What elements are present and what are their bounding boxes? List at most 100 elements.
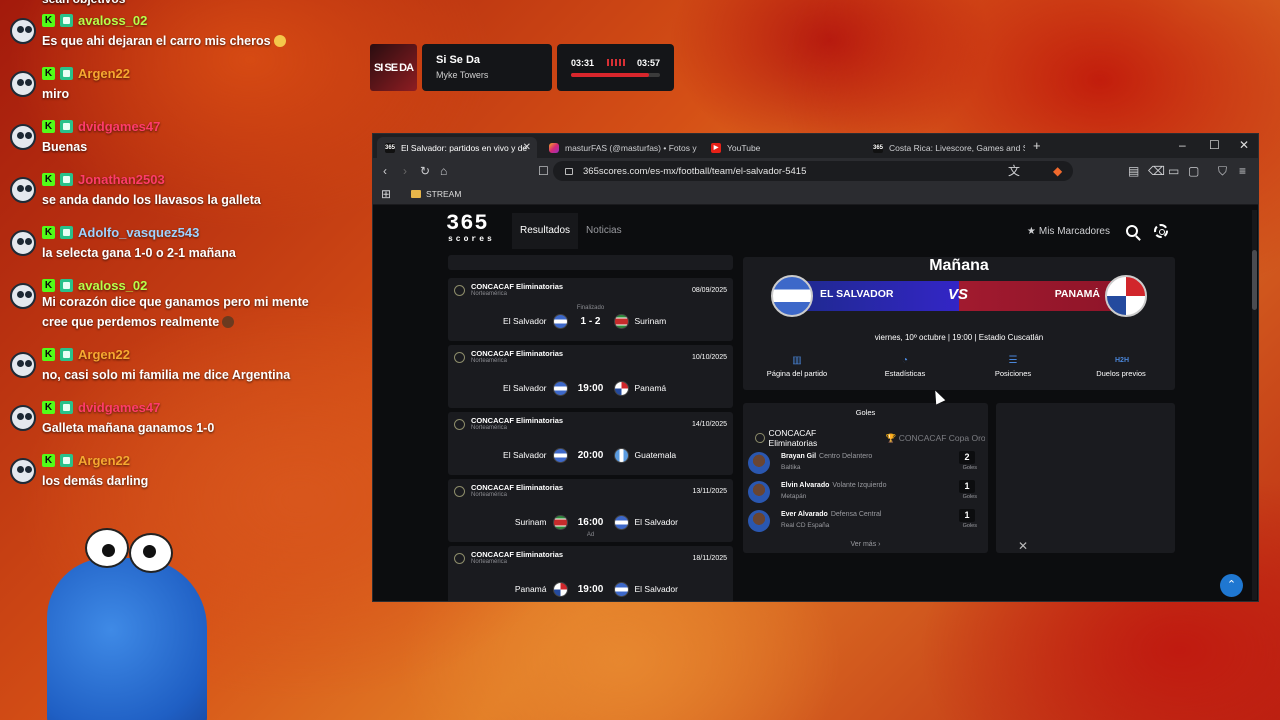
chat-username[interactable]: Argen22 bbox=[78, 66, 130, 81]
chat-username[interactable]: Argen22 bbox=[78, 453, 130, 468]
match-score: 1 - 2 bbox=[580, 315, 601, 327]
folder-icon bbox=[411, 190, 421, 198]
minimize-icon[interactable]: – bbox=[1179, 138, 1186, 152]
elapsed-time: 03:31 bbox=[571, 58, 595, 68]
chat-username[interactable]: dvidgames47 bbox=[78, 400, 160, 415]
stats-link[interactable]: ◔ Estadísticas bbox=[851, 355, 959, 378]
goal-count: 2 bbox=[959, 451, 975, 464]
extensions-icon[interactable]: ▢ bbox=[1188, 164, 1199, 178]
goal-count: 1 bbox=[959, 480, 975, 493]
chat-message: Kdvidgames47 Galleta mañana ganamos 1-0 bbox=[8, 397, 368, 442]
nav-tab-noticias[interactable]: Noticias bbox=[578, 213, 630, 249]
player-club: Metapán bbox=[781, 493, 807, 500]
tab-el-salvador[interactable]: 365 El Salvador: partidos en vivo y de ✕ bbox=[377, 137, 537, 158]
tab-copa-oro[interactable]: 🏆 CONCACAF Copa Oro › bbox=[886, 433, 985, 444]
close-ad-icon[interactable]: ✕ bbox=[1018, 539, 1028, 553]
page-scrollbar[interactable] bbox=[1252, 210, 1257, 600]
h2h-icon: H2H bbox=[1115, 357, 1130, 364]
match-date: 10/10/2025 bbox=[691, 354, 727, 361]
match-card[interactable]: CONCACAF Eliminatorias Norteamérica 08/09/… bbox=[448, 278, 733, 341]
see-more-link[interactable]: Ver más › bbox=[743, 541, 988, 548]
scorer-row[interactable]: Elvin Alvarado Volante Izquierdo Metapán 1 G… bbox=[748, 480, 981, 506]
forward-icon[interactable]: › bbox=[403, 164, 407, 178]
cookie-monster-body bbox=[47, 558, 207, 720]
settings-icon[interactable] bbox=[1154, 224, 1168, 238]
subscriber-badge-icon bbox=[60, 278, 73, 292]
match-date: 18/11/2025 bbox=[692, 555, 727, 562]
competition-icon bbox=[454, 486, 465, 497]
scorer-row[interactable]: Ever Alvarado Defensa Central Real CD Espa… bbox=[748, 509, 981, 535]
home-icon[interactable]: ⌂ bbox=[440, 164, 447, 178]
chat-text: miro bbox=[42, 87, 70, 101]
bookmark-folder-stream[interactable]: STREAM bbox=[411, 189, 461, 199]
chat-username[interactable]: avaloss_02 bbox=[78, 13, 147, 28]
away-team-name: PANAMÁ bbox=[1054, 288, 1100, 300]
my-scores-link[interactable]: ★ Mis Marcadores bbox=[1027, 226, 1110, 237]
h2h-link[interactable]: H2H Duelos previos bbox=[1067, 355, 1175, 378]
next-match-card[interactable]: Mañana EL SALVADOR VS PANAMÁ viernes, 10… bbox=[743, 257, 1175, 390]
away-team: Surinam bbox=[634, 316, 667, 326]
kick-badge-icon: K bbox=[42, 225, 55, 239]
chat-username[interactable]: Jonathan2503 bbox=[78, 172, 165, 187]
cookie-monster-avatar bbox=[45, 528, 215, 720]
competition-icon bbox=[454, 419, 465, 430]
tab-youtube[interactable]: ▶ YouTube bbox=[703, 137, 853, 158]
365scores-logo[interactable]: 365 scores bbox=[446, 213, 512, 249]
cast-icon[interactable]: ▭ bbox=[1168, 164, 1179, 178]
search-icon[interactable] bbox=[1126, 225, 1138, 237]
scrollbar-thumb[interactable] bbox=[1252, 250, 1257, 310]
away-flag-icon bbox=[613, 380, 629, 396]
match-card[interactable]: CONCACAF Eliminatorias Norteamérica 13/11/… bbox=[448, 479, 733, 542]
competition-icon bbox=[454, 285, 465, 296]
kick-badge-icon: K bbox=[42, 278, 55, 292]
goals-title: Goles bbox=[855, 408, 876, 417]
cookie-monster-eye-right bbox=[129, 533, 173, 573]
maximize-icon[interactable]: ☐ bbox=[1209, 138, 1220, 152]
home-flag-icon bbox=[552, 447, 568, 463]
user-avatar bbox=[10, 405, 36, 431]
bookmark-icon[interactable]: ☐ bbox=[538, 164, 549, 178]
close-window-icon[interactable]: ✕ bbox=[1239, 138, 1249, 152]
user-avatar bbox=[10, 18, 36, 44]
match-card[interactable]: CONCACAF Eliminatorias Norteamérica 14/10/… bbox=[448, 412, 733, 475]
chat-text: no, casi solo mi familia me dice Argenti… bbox=[42, 368, 291, 382]
match-card-partial bbox=[448, 255, 733, 270]
tab-eliminatorias[interactable]: CONCACAF Eliminatorias bbox=[769, 428, 862, 448]
chat-username[interactable]: Argen22 bbox=[78, 347, 130, 362]
browser-window: 365 El Salvador: partidos en vivo y de ✕… bbox=[372, 133, 1259, 602]
brave-shield-icon[interactable]: ◆ bbox=[1053, 164, 1062, 178]
chat-username[interactable]: Adolfo_vasquez543 bbox=[78, 225, 199, 240]
close-tab-icon[interactable]: ✕ bbox=[523, 142, 531, 153]
scorer-row[interactable]: Brayan Gil Centro Delantero Baltika 2 Goles bbox=[748, 451, 981, 477]
back-icon[interactable]: ‹ bbox=[383, 164, 387, 178]
ad-slot: ✕ bbox=[996, 403, 1175, 553]
match-page-link[interactable]: ▥ Página del partido bbox=[743, 355, 851, 378]
match-card[interactable]: CONCACAF Eliminatorias Norteamérica 18/11/… bbox=[448, 546, 733, 601]
match-status: Finalizado bbox=[576, 305, 605, 311]
player-club: Baltika bbox=[781, 464, 801, 471]
away-team: Guatemala bbox=[634, 450, 677, 460]
tab-instagram[interactable]: masturFAS (@masturfas) • Fotos y vid bbox=[541, 137, 699, 158]
home-team-name: EL SALVADOR bbox=[820, 288, 894, 300]
scroll-to-top-button[interactable]: ⌃ bbox=[1220, 574, 1243, 597]
competition-region: Norteamérica bbox=[471, 291, 508, 297]
match-card[interactable]: CONCACAF Eliminatorias Norteamérica 10/10/… bbox=[448, 345, 733, 408]
trash-icon[interactable]: ⌫ bbox=[1148, 164, 1165, 178]
sidebar-icon[interactable]: ▤ bbox=[1128, 164, 1139, 178]
standings-link[interactable]: ☰ Posiciones bbox=[959, 355, 1067, 378]
reload-icon[interactable]: ↻ bbox=[420, 164, 430, 178]
new-tab-icon[interactable]: + bbox=[1033, 138, 1041, 153]
ad-label: Ad bbox=[586, 532, 595, 538]
subscriber-badge-icon bbox=[60, 172, 73, 186]
chat-username[interactable]: dvidgames47 bbox=[78, 119, 160, 134]
bookmark-label: STREAM bbox=[426, 189, 462, 199]
vpn-icon[interactable]: ⛉ bbox=[1218, 164, 1227, 178]
nav-tab-resultados[interactable]: Resultados bbox=[512, 213, 579, 249]
tab-costa-rica[interactable]: 365 Costa Rica: Livescore, Games and Sch bbox=[865, 137, 1025, 158]
menu-icon[interactable]: ≡ bbox=[1239, 164, 1246, 178]
site-info-icon[interactable] bbox=[565, 167, 573, 175]
translate-icon[interactable]: 文 bbox=[1008, 164, 1020, 178]
chat-username[interactable]: avaloss_02 bbox=[78, 278, 147, 293]
address-bar[interactable]: 365scores.com/es-mx/football/team/el-sal… bbox=[553, 161, 1073, 181]
apps-icon[interactable]: ⊞ bbox=[381, 187, 391, 201]
